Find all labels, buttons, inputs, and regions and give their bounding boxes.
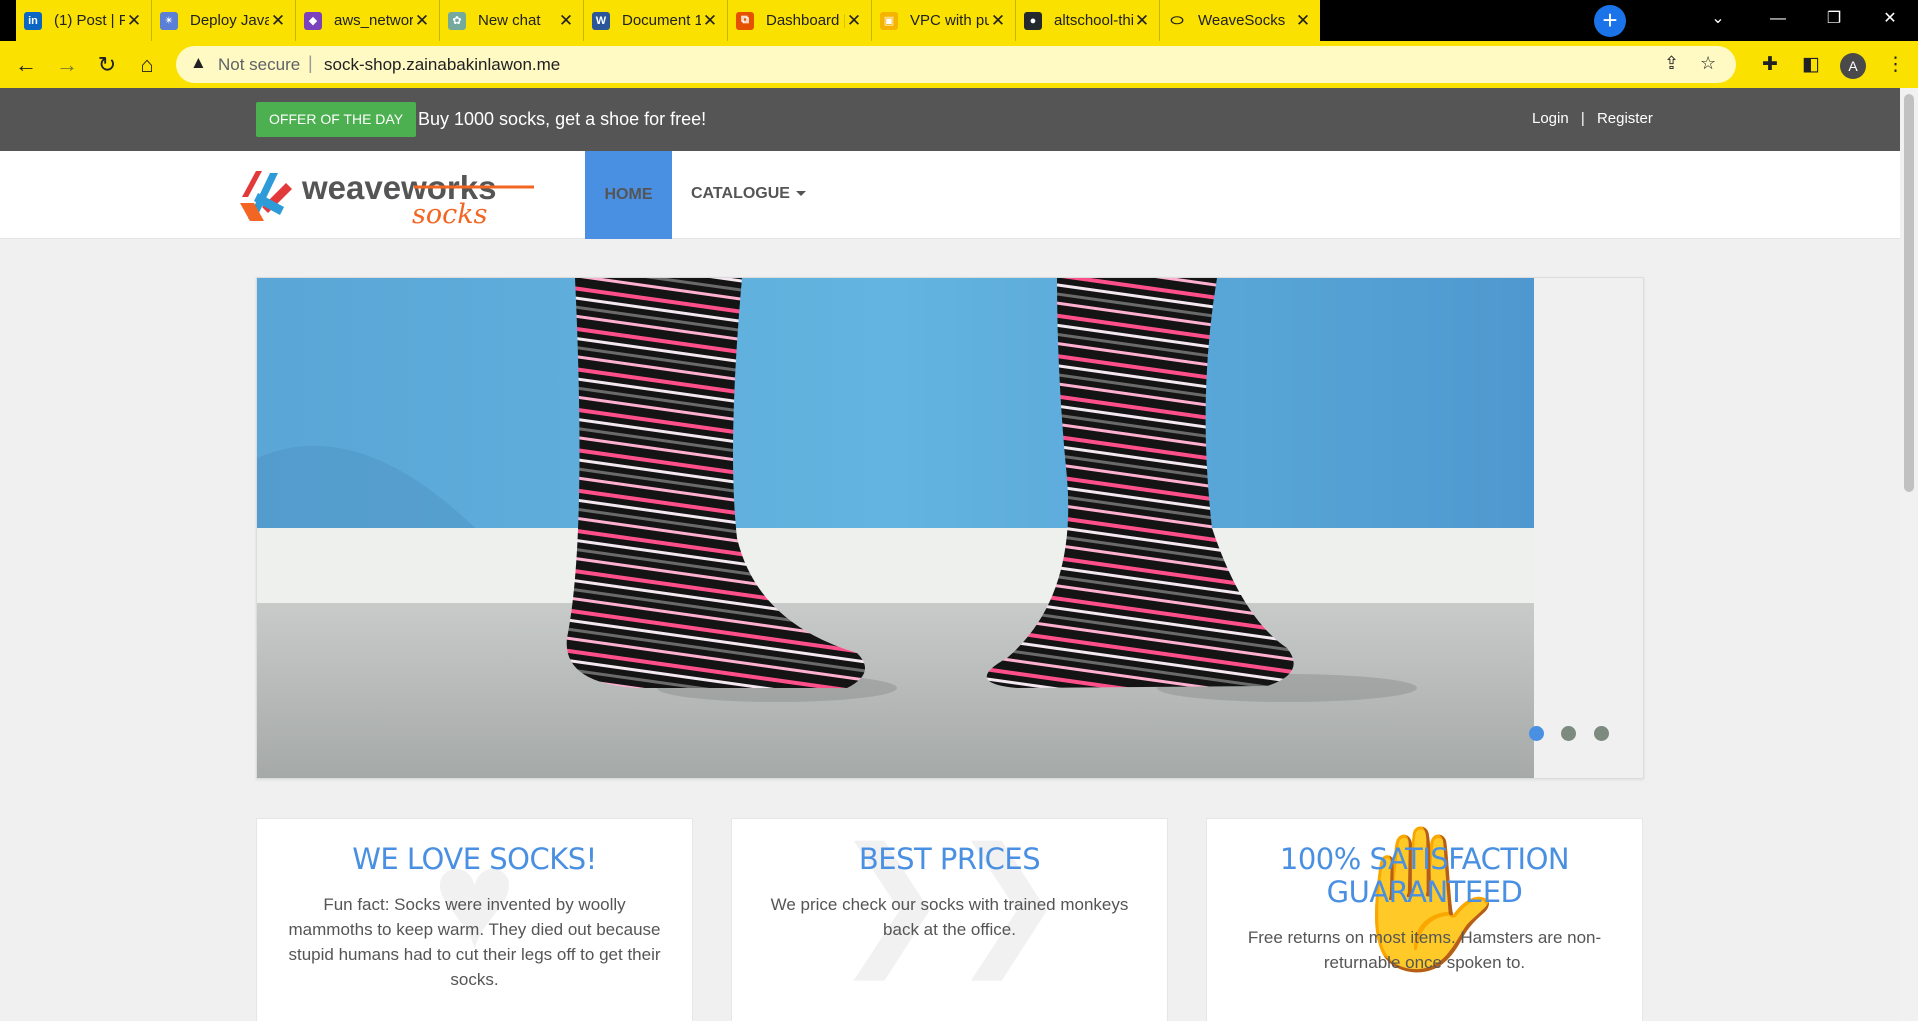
close-window-button[interactable]: ✕ xyxy=(1862,0,1918,41)
feature-title: WE LOVE SOCKS! xyxy=(352,842,597,876)
tab-linkedin[interactable]: in (1) Post | Feed ✕ xyxy=(16,0,152,41)
login-link[interactable]: Login xyxy=(1532,110,1569,127)
site-navbar: weaveworks socks HOME CATALOGUE xyxy=(0,151,1900,239)
close-icon[interactable]: ✕ xyxy=(989,11,1007,31)
scrollbar-thumb[interactable] xyxy=(1904,94,1914,492)
close-icon[interactable]: ✕ xyxy=(1133,11,1151,31)
tab-title: Deploy Java A xyxy=(190,12,269,29)
offer-badge[interactable]: OFFER OF THE DAY xyxy=(256,102,417,137)
close-icon[interactable]: ✕ xyxy=(269,11,287,31)
close-icon[interactable]: ✕ xyxy=(557,11,575,31)
terraform-icon: ◆ xyxy=(304,11,322,30)
feature-text: We price check our socks with trained mo… xyxy=(770,895,1129,939)
warning-icon[interactable]: ▲ xyxy=(190,53,207,73)
tab-github[interactable]: ● altschool-thir ✕ xyxy=(1016,0,1160,41)
star-icon[interactable]: ☆ xyxy=(1700,53,1716,74)
nav-catalogue-label: CATALOGUE xyxy=(691,185,790,202)
extensions-icon[interactable]: ✚ xyxy=(1762,53,1778,76)
divider: | xyxy=(308,53,313,73)
nav-catalogue[interactable]: CATALOGUE xyxy=(691,185,806,203)
aws-icon: ⧉ xyxy=(736,11,754,30)
share-icon[interactable]: ⇪ xyxy=(1664,53,1679,74)
carousel-dot-2[interactable] xyxy=(1561,726,1576,741)
tab-title: WeaveSocks xyxy=(1198,12,1286,29)
reload-button[interactable]: ↻ xyxy=(91,49,123,81)
tab-title: aws_network_ xyxy=(334,12,413,29)
feature-title: BEST PRICES xyxy=(858,842,1041,876)
account-links: Login | Register xyxy=(1528,110,1657,127)
tab-search-icon[interactable]: ⌄ xyxy=(1690,0,1746,41)
word-icon: W xyxy=(592,11,610,30)
browser-toolbar: ← → ↻ ⌂ ▲ Not secure | sock-shop.zainaba… xyxy=(0,41,1918,88)
chatgpt-icon: ✿ xyxy=(448,11,466,30)
tab-title: Document 1.d xyxy=(622,12,701,29)
tab-dashboard[interactable]: ⧉ Dashboard | E ✕ xyxy=(728,0,872,41)
back-button[interactable]: ← xyxy=(10,49,42,81)
nav-home[interactable]: HOME xyxy=(585,151,672,239)
close-icon[interactable]: ✕ xyxy=(701,11,719,31)
logo-sub: socks xyxy=(412,199,487,227)
tab-title: altschool-thir xyxy=(1054,12,1133,29)
new-tab-button[interactable]: + xyxy=(1594,5,1626,37)
tab-title: VPC with publ xyxy=(910,12,989,29)
url-text[interactable]: sock-shop.zainabakinlawon.me xyxy=(324,55,560,75)
feature-box: ♥ WE LOVE SOCKS! Fun fact: Socks were in… xyxy=(256,818,693,1021)
deploy-icon: ✴ xyxy=(160,11,178,30)
feature-box: ❯❯ BEST PRICES We price check our socks … xyxy=(731,818,1168,1021)
vpc-icon: ▣ xyxy=(880,11,898,30)
sock-icon: ⬭ xyxy=(1170,12,1184,29)
tab-title: New chat xyxy=(478,12,541,29)
close-icon[interactable]: ✕ xyxy=(845,11,863,31)
tab-new-chat[interactable]: ✿ New chat ✕ xyxy=(440,0,584,41)
feature-text: Fun fact: Socks were invented by woolly … xyxy=(288,895,661,989)
close-icon[interactable]: ✕ xyxy=(413,11,431,31)
page-scrollbar[interactable] xyxy=(1900,88,1918,1021)
tab-weavesocks[interactable]: ⬭ WeaveSocks ✕ xyxy=(1160,0,1320,41)
tab-vpc[interactable]: ▣ VPC with publ ✕ xyxy=(872,0,1016,41)
forward-button[interactable]: → xyxy=(51,49,83,81)
tab-title: Dashboard | E xyxy=(766,12,845,29)
close-icon[interactable]: ✕ xyxy=(125,11,143,31)
tab-aws-network[interactable]: ◆ aws_network_ ✕ xyxy=(296,0,440,41)
register-link[interactable]: Register xyxy=(1597,110,1653,127)
feature-text: Free returns on most items. Hamsters are… xyxy=(1247,928,1602,972)
menu-icon[interactable]: ⋮ xyxy=(1886,53,1905,76)
feature-box: ✋ 100% SATISFACTION GUARANTEED Free retu… xyxy=(1206,818,1643,1021)
browser-tab-strip: in (1) Post | Feed ✕ ✴ Deploy Java A ✕ ◆… xyxy=(0,0,1918,41)
weaveworks-socks-logo[interactable]: weaveworks socks xyxy=(236,163,536,227)
offer-text: Buy 1000 socks, get a shoe for free! xyxy=(418,109,707,129)
github-icon: ● xyxy=(1024,11,1042,30)
close-icon[interactable]: ✕ xyxy=(1294,11,1312,31)
not-secure-label[interactable]: Not secure xyxy=(218,55,300,75)
caret-down-icon xyxy=(795,191,806,197)
restore-button[interactable]: ❐ xyxy=(1806,0,1862,41)
offer-bar: OFFER OF THE DAY Buy 1000 socks, get a s… xyxy=(0,88,1900,151)
feature-title: 100% SATISFACTION GUARANTEED xyxy=(1279,842,1570,909)
tab-deploy-java[interactable]: ✴ Deploy Java A ✕ xyxy=(152,0,296,41)
home-button[interactable]: ⌂ xyxy=(131,49,163,81)
socks-hero-image xyxy=(257,278,1534,778)
minimize-button[interactable]: — xyxy=(1750,0,1806,41)
carousel-dot-1[interactable] xyxy=(1529,726,1544,741)
side-panel-icon[interactable]: ◧ xyxy=(1802,53,1820,76)
link-separator: | xyxy=(1580,110,1585,127)
tab-document[interactable]: W Document 1.d ✕ xyxy=(584,0,728,41)
hero-carousel[interactable] xyxy=(256,277,1644,779)
address-bar[interactable]: ▲ Not secure | sock-shop.zainabakinlawon… xyxy=(176,46,1736,83)
profile-avatar[interactable]: A xyxy=(1840,53,1866,79)
linkedin-icon: in xyxy=(24,11,42,30)
carousel-dot-3[interactable] xyxy=(1594,726,1609,741)
tab-title: (1) Post | Feed xyxy=(54,12,125,29)
